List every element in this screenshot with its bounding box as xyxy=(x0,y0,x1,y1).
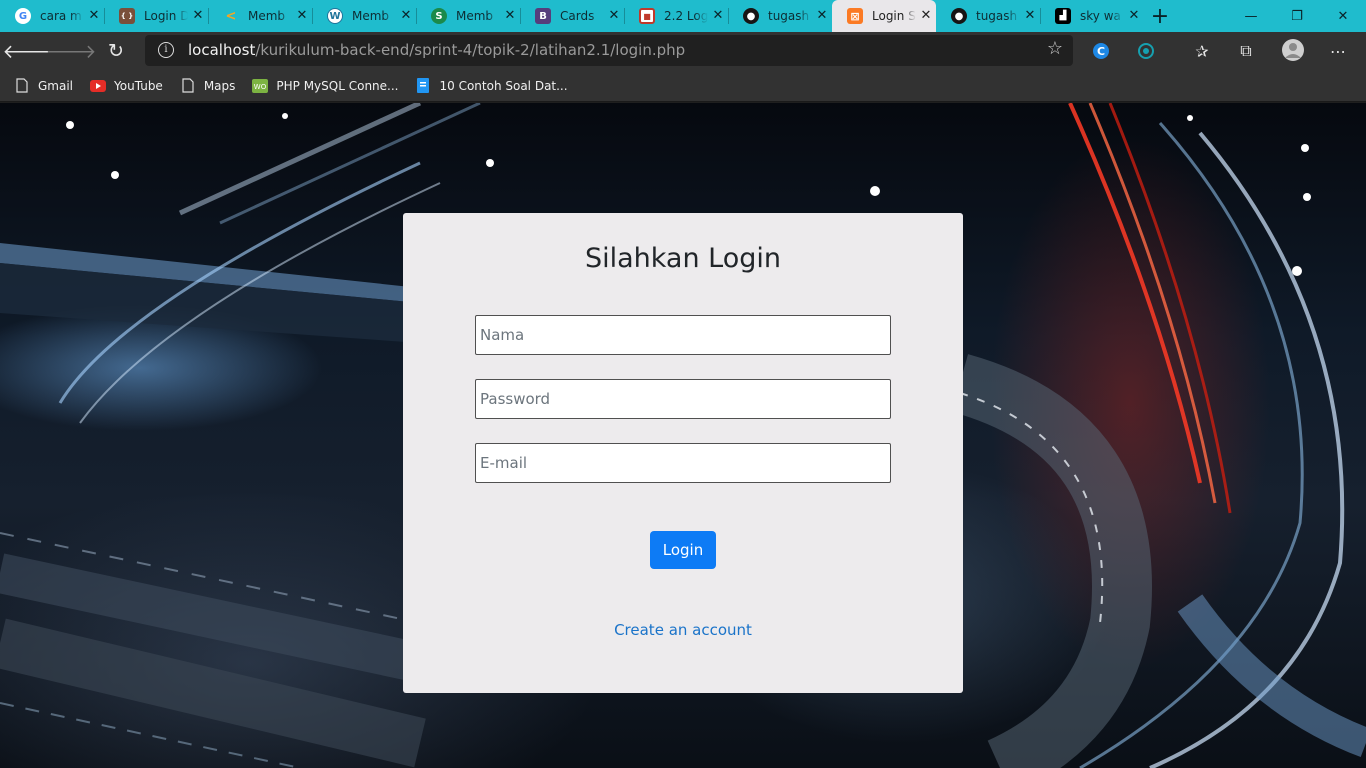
page-icon xyxy=(180,78,196,94)
tab-title: sky wa xyxy=(1080,9,1121,23)
tab[interactable]: ● tugash ✕ xyxy=(936,0,1040,32)
tab[interactable]: ■ 2.2 Log ✕ xyxy=(624,0,728,32)
bookmark-label: Maps xyxy=(203,78,236,93)
reload-button[interactable]: ↻ xyxy=(100,35,132,67)
close-icon[interactable]: ✕ xyxy=(711,9,725,23)
login-card: Silahkan Login Login Create an account xyxy=(403,213,963,693)
youtube-icon xyxy=(90,78,107,94)
tab-title: Memb xyxy=(352,9,390,23)
name-input[interactable] xyxy=(475,315,891,355)
close-icon[interactable]: ✕ xyxy=(191,9,205,23)
tab-title: cara m xyxy=(40,9,82,23)
close-icon[interactable]: ✕ xyxy=(919,9,933,23)
tab[interactable]: B Cards ✕ xyxy=(520,0,624,32)
tab[interactable]: ▟ sky wa ✕ xyxy=(1040,0,1144,32)
tab[interactable]: G cara m ✕ xyxy=(0,0,104,32)
tab[interactable]: ● tugash ✕ xyxy=(728,0,832,32)
restore-button[interactable]: ❐ xyxy=(1274,0,1320,32)
close-icon[interactable]: ✕ xyxy=(399,9,413,23)
tab-title: 2.2 Log xyxy=(664,9,708,23)
github-icon: ● xyxy=(743,8,759,24)
s-logo-icon: S xyxy=(431,8,447,24)
extension-circle-icon[interactable] xyxy=(1135,40,1157,62)
bookmark-label: PHP MySQL Conne... xyxy=(276,78,399,93)
new-tab-button[interactable]: + xyxy=(1146,0,1174,32)
page-title: Silahkan Login xyxy=(584,243,782,274)
page-icon xyxy=(14,78,30,94)
bootstrap-icon: B xyxy=(535,8,551,24)
tab-title: tugash xyxy=(768,9,810,23)
collections-icon[interactable]: ⧉ xyxy=(1235,40,1257,62)
tab-title: Memb xyxy=(248,9,286,23)
svg-text:WO: WO xyxy=(254,83,267,91)
url-text: localhost/kurikulum-back-end/sprint-4/to… xyxy=(188,41,685,59)
close-icon[interactable]: ✕ xyxy=(815,9,829,23)
url-path: /kurikulum-back-end/sprint-4/topik-2/lat… xyxy=(255,41,686,59)
bookmark-maps[interactable]: Maps xyxy=(180,78,236,94)
close-icon[interactable]: ✕ xyxy=(1127,9,1141,23)
sky-logo-icon: ▟ xyxy=(1055,8,1071,24)
tab[interactable]: { } Login D ✕ xyxy=(104,0,208,32)
password-input[interactable] xyxy=(475,379,891,419)
code-icon: < xyxy=(225,8,237,24)
minimize-button[interactable]: — xyxy=(1228,0,1274,32)
bookmark-php-mysql[interactable]: WO PHP MySQL Conne... xyxy=(252,78,398,94)
tab[interactable]: W Memb ✕ xyxy=(312,0,416,32)
favorite-star-icon[interactable]: ☆ xyxy=(1047,38,1063,59)
create-account-link[interactable]: Create an account xyxy=(403,621,963,639)
php-login-icon: { } xyxy=(119,8,135,24)
tab[interactable]: S Memb ✕ xyxy=(416,0,520,32)
close-icon[interactable]: ✕ xyxy=(607,9,621,23)
tab-active[interactable]: ⊠ Login S ✕ xyxy=(832,0,936,32)
browser-toolbar: 🡐 🡒 ↻ i localhost/kurikulum-back-end/spr… xyxy=(0,32,1366,70)
github-icon: ● xyxy=(951,8,967,24)
page-viewport: Silahkan Login Login Create an account xyxy=(0,103,1366,768)
close-icon[interactable]: ✕ xyxy=(87,9,101,23)
xampp-icon: ⊠ xyxy=(847,8,863,24)
close-icon[interactable]: ✕ xyxy=(503,9,517,23)
svg-text:C: C xyxy=(1097,45,1105,58)
google-icon: G xyxy=(15,8,31,24)
url-host: localhost xyxy=(188,41,256,59)
tab-title: tugash xyxy=(976,9,1018,23)
bookmark-label: 10 Contoh Soal Dat... xyxy=(439,78,568,93)
tab-title: Login S xyxy=(872,9,916,23)
tab[interactable]: < Memb ✕ xyxy=(208,0,312,32)
bookmark-contoh-soal[interactable]: 10 Contoh Soal Dat... xyxy=(415,78,568,94)
app-icon: ■ xyxy=(639,8,655,24)
bookmark-youtube[interactable]: YouTube xyxy=(90,78,163,94)
address-bar[interactable]: i localhost/kurikulum-back-end/sprint-4/… xyxy=(145,35,1073,66)
more-menu-icon[interactable]: ⋯ xyxy=(1327,40,1349,62)
window-controls: — ❐ ✕ xyxy=(1228,0,1366,32)
tab-title: Login D xyxy=(144,9,188,23)
site-info-icon[interactable]: i xyxy=(158,42,174,58)
close-icon[interactable]: ✕ xyxy=(1023,9,1037,23)
back-button[interactable]: 🡐 xyxy=(3,35,54,67)
bookmark-label: YouTube xyxy=(114,78,163,93)
bookmark-gmail[interactable]: Gmail xyxy=(14,78,73,94)
close-window-button[interactable]: ✕ xyxy=(1320,0,1366,32)
forward-button[interactable]: 🡒 xyxy=(46,35,97,67)
bookmark-label: Gmail xyxy=(38,78,74,93)
woo-icon: WO xyxy=(252,78,269,94)
tab-title: Memb xyxy=(456,9,494,23)
tab-title: Cards xyxy=(560,9,595,23)
bookmarks-bar: Gmail YouTube Maps WO PHP MySQL Conne...… xyxy=(0,70,1366,102)
tab-strip: G cara m ✕ { } Login D ✕ < Memb ✕ W Memb… xyxy=(0,0,1366,32)
close-icon[interactable]: ✕ xyxy=(295,9,309,23)
wordpress-icon: W xyxy=(327,8,343,24)
extension-c-icon[interactable]: C xyxy=(1090,40,1112,62)
favorites-icon[interactable]: ✰ xyxy=(1191,40,1213,62)
email-input[interactable] xyxy=(475,443,891,483)
doc-icon xyxy=(415,78,431,94)
profile-avatar-icon[interactable] xyxy=(1280,37,1306,63)
login-button[interactable]: Login xyxy=(650,531,716,569)
